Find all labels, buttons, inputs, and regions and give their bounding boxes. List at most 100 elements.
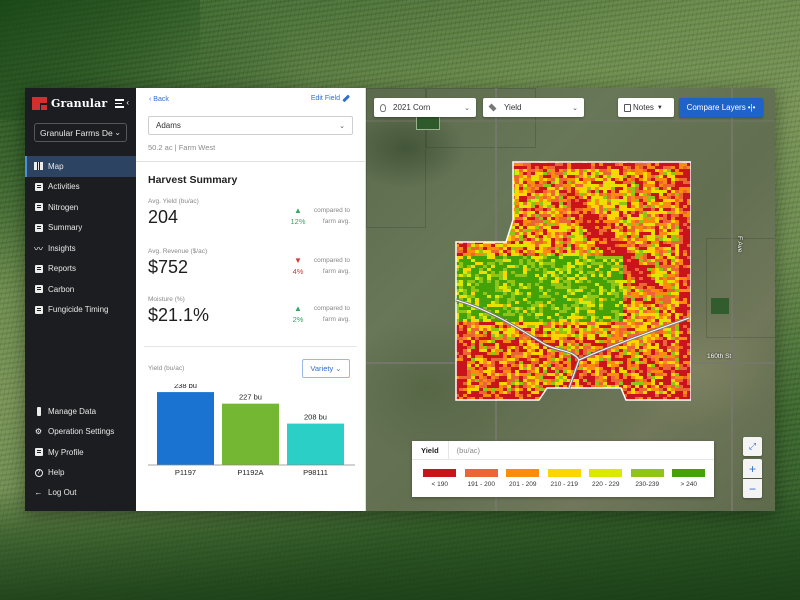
sidebar-item-label: Fungicide Timing xyxy=(48,305,109,315)
farm-select[interactable]: Granular Farms De ⌄ xyxy=(34,123,127,142)
metric-delta: ▲ 12% xyxy=(290,206,306,226)
bar-p1197[interactable] xyxy=(157,392,214,465)
field-header: ‹ Back Edit Field Adams ⌄ 50.2 ac | Farm… xyxy=(136,88,365,162)
compare-line: compared to xyxy=(313,305,350,312)
map-view[interactable]: F Ave 160th St 2021 Corn ⌄ Yield ⌄ Notes… xyxy=(366,88,775,511)
metric-delta-percent: 4% xyxy=(292,267,304,276)
compare-split-icon: •|• xyxy=(747,103,756,112)
sidebar-item-reports[interactable]: Reports xyxy=(25,259,136,280)
map-parcel xyxy=(426,88,536,148)
legend-label: 210 - 219 xyxy=(550,481,578,488)
x-tick-label: P1197 xyxy=(175,468,196,477)
metric-compare-text: compared to farm avg. xyxy=(314,304,350,325)
legend-item: > 240 xyxy=(668,469,710,488)
sidebar-item-carbon[interactable]: Carbon xyxy=(25,279,136,300)
sidebar-item-fungicide-timing[interactable]: Fungicide Timing xyxy=(25,300,136,321)
compare-layers-button[interactable]: Compare Layers •|• xyxy=(679,98,763,117)
plus-icon: + xyxy=(748,461,756,476)
field-select[interactable]: Adams ⌄ xyxy=(148,116,353,135)
legend-items: < 190 191 - 200 201 - 209 210 - 219 220 - 22… xyxy=(412,460,714,488)
sidebar-item-label: Summary xyxy=(48,223,83,233)
sidebar-item-manage-data[interactable]: Manage Data xyxy=(25,402,136,422)
fit-bounds-button[interactable]: ⤢ xyxy=(743,437,762,456)
metric-avg-yield: Avg. Yield (bu/ac) 204 ▲ 12% compared to… xyxy=(148,198,350,238)
map-icon xyxy=(34,162,43,171)
sidebar-bottom-nav: Manage Data ⚙ Operation Settings My Prof… xyxy=(25,402,136,503)
legend-title: Yield xyxy=(412,441,449,459)
sidebar-item-label: Activities xyxy=(48,182,80,192)
legend-label: > 240 xyxy=(680,481,697,488)
metric-delta-percent: 12% xyxy=(290,217,306,226)
pencil-icon xyxy=(342,94,350,103)
bar-data-label: 227 bu xyxy=(239,393,262,402)
farm-select-value: Granular Farms De xyxy=(40,127,113,138)
metric-compare-text: compared to farm avg. xyxy=(314,256,350,277)
compare-line: farm avg. xyxy=(322,267,350,275)
legend-item: < 190 xyxy=(419,469,461,488)
notes-dropdown[interactable]: Notes ▼ xyxy=(618,98,674,117)
app-window: Granular ‹ Granular Farms De ⌄ Map Activ… xyxy=(25,88,775,511)
arrow-left-icon: ← xyxy=(34,488,43,498)
sidebar: Granular ‹ Granular Farms De ⌄ Map Activ… xyxy=(25,88,136,511)
chart-ylabel: Yield (bu/ac) xyxy=(148,365,185,372)
bar-p98111[interactable] xyxy=(287,423,344,465)
layer-select-value: Yield xyxy=(504,103,522,112)
sidebar-item-label: Help xyxy=(48,468,65,478)
edit-field-link[interactable]: Edit Field xyxy=(311,94,350,103)
variety-dropdown-button[interactable]: Variety ⌄ xyxy=(302,359,350,378)
trend-line-icon: 〰 xyxy=(34,243,44,254)
legend-label: 201 - 209 xyxy=(509,481,537,488)
sidebar-item-my-profile[interactable]: My Profile xyxy=(25,442,136,462)
back-link[interactable]: ‹ Back xyxy=(149,96,169,103)
sidebar-item-nitrogen[interactable]: Nitrogen xyxy=(25,197,136,218)
calendar-icon xyxy=(34,305,43,314)
sidebar-item-log-out[interactable]: ← Log Out xyxy=(25,483,136,503)
yield-heatmap-field[interactable] xyxy=(451,160,691,406)
metric-label: Avg. Yield (bu/ac) xyxy=(148,198,199,205)
field-panel: ‹ Back Edit Field Adams ⌄ 50.2 ac | Farm… xyxy=(136,88,366,511)
bar-chart-svg: 238 bu P1197 227 bu P1192A 208 bu P98111 xyxy=(148,384,355,477)
sidebar-item-help[interactable]: ? Help xyxy=(25,462,136,482)
season-select[interactable]: 2021 Corn ⌄ xyxy=(374,98,476,117)
layer-select[interactable]: Yield ⌄ xyxy=(483,98,584,117)
sidebar-item-insights[interactable]: 〰 Insights xyxy=(25,238,136,259)
metric-delta: ▲ 2% xyxy=(290,304,306,324)
legend-unit: (bu/ac) xyxy=(456,445,480,455)
arrow-up-icon: ▲ xyxy=(294,304,302,313)
legend-swatch xyxy=(547,469,581,477)
road-label: F Ave xyxy=(736,236,743,253)
yield-heatmap-svg xyxy=(455,161,691,401)
map-parcel xyxy=(706,238,775,338)
compare-line: compared to xyxy=(313,257,350,264)
harvest-summary-title: Harvest Summary xyxy=(148,174,238,186)
profile-card-icon xyxy=(34,448,43,457)
legend-label: < 190 xyxy=(431,481,448,488)
seed-icon xyxy=(380,103,386,112)
expand-icon: ⤢ xyxy=(748,441,757,451)
season-select-value: 2021 Corn xyxy=(393,103,431,112)
carbon-icon xyxy=(34,285,43,294)
bar-p1192a[interactable] xyxy=(222,403,279,465)
zoom-in-button[interactable]: + xyxy=(743,459,762,478)
notes-icon xyxy=(624,103,631,112)
zoom-out-button[interactable]: − xyxy=(743,479,762,498)
gear-icon: ⚙ xyxy=(34,427,43,437)
sidebar-item-label: Reports xyxy=(48,264,77,274)
arrow-down-icon: ▼ xyxy=(294,256,302,265)
collapse-sidebar-icon[interactable]: ‹ xyxy=(115,98,129,108)
legend-item: 201 - 209 xyxy=(502,469,544,488)
legend-label: 220 - 229 xyxy=(592,481,620,488)
legend-swatch xyxy=(506,469,540,477)
bar-data-label: 238 bu xyxy=(174,384,197,390)
sidebar-nav: Map Activities Nitrogen Summary 〰 Insigh… xyxy=(25,156,136,320)
yield-legend: Yield (bu/ac) < 190 191 - 200 201 - 209 210… xyxy=(412,441,714,497)
sidebar-item-activities[interactable]: Activities xyxy=(25,177,136,198)
chevron-down-icon: ⌄ xyxy=(572,104,578,112)
metric-delta: ▼ 4% xyxy=(290,256,306,276)
sidebar-item-operation-settings[interactable]: ⚙ Operation Settings xyxy=(25,422,136,442)
brand: Granular ‹ xyxy=(25,88,136,118)
sidebar-item-label: Insights xyxy=(48,243,76,253)
sidebar-item-map[interactable]: Map xyxy=(25,156,136,177)
sidebar-item-summary[interactable]: Summary xyxy=(25,218,136,239)
chevron-down-icon: ⌄ xyxy=(114,128,121,137)
